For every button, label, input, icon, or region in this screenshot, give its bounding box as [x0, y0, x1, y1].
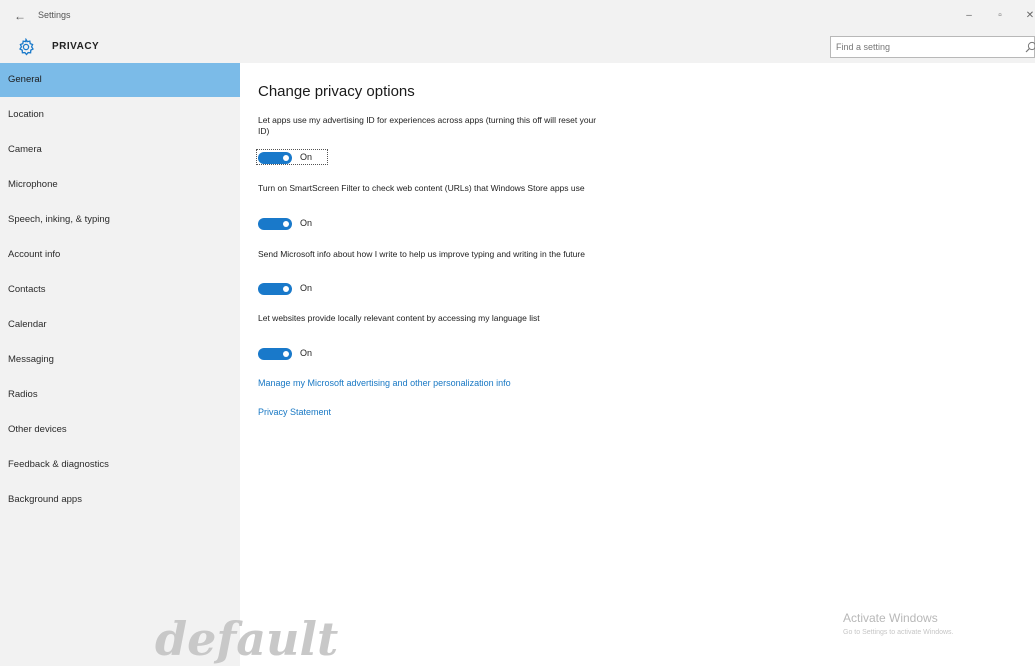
setting-description: Turn on SmartScreen Filter to check web … — [258, 183, 585, 193]
page-title: PRIVACY — [52, 41, 100, 52]
setting-description: Send Microsoft info about how I write to… — [258, 249, 585, 259]
sidebar-item-general[interactable]: General — [0, 63, 240, 97]
sidebar-item-label: Background apps — [8, 494, 82, 505]
sidebar-item-background-apps[interactable]: Background apps — [0, 483, 240, 517]
section-title: Change privacy options — [258, 83, 415, 100]
sidebar-item-location[interactable]: Location — [0, 98, 240, 132]
sidebar-item-calendar[interactable]: Calendar — [0, 308, 240, 342]
toggle-state-label: On — [300, 348, 313, 358]
search-icon[interactable] — [1024, 40, 1035, 54]
toggle-knob — [283, 221, 289, 227]
back-arrow-icon[interactable]: ← — [12, 8, 28, 24]
sidebar-item-speech[interactable]: Speech, inking, & typing — [0, 203, 240, 237]
toggle-state-label: On — [300, 283, 313, 293]
maximize-icon[interactable]: ▫ — [993, 9, 1007, 23]
sidebar-item-label: Location — [8, 109, 44, 120]
setting-description: Let websites provide locally relevant co… — [258, 313, 540, 323]
sidebar-item-label: Calendar — [8, 319, 47, 330]
sidebar-item-label: Messaging — [8, 354, 54, 365]
search-placeholder: Find a setting — [836, 42, 891, 52]
sidebar-item-camera[interactable]: Camera — [0, 133, 240, 167]
gear-icon — [19, 38, 34, 56]
search-input[interactable]: Find a setting — [830, 36, 1035, 58]
toggle-knob — [283, 155, 289, 161]
sidebar-item-messaging[interactable]: Messaging — [0, 343, 240, 377]
sidebar-item-label: Other devices — [8, 424, 67, 435]
privacy-statement-link[interactable]: Privacy Statement — [258, 407, 331, 417]
activate-windows-title: Activate Windows — [843, 611, 938, 625]
sidebar-item-label: Account info — [8, 249, 61, 260]
manage-advertising-link[interactable]: Manage my Microsoft advertising and othe… — [258, 378, 511, 388]
sidebar-item-label: Speech, inking, & typing — [8, 214, 110, 225]
sidebar-item-label: Radios — [8, 389, 38, 400]
advertising-id-toggle[interactable] — [258, 152, 292, 164]
activate-windows-subtitle: Go to Settings to activate Windows. — [843, 629, 954, 636]
sidebar-item-label: Contacts — [8, 284, 46, 295]
sidebar-item-other-devices[interactable]: Other devices — [0, 413, 240, 447]
sidebar-item-label: General — [8, 74, 42, 85]
toggle-knob — [283, 351, 289, 357]
window-title: Settings — [38, 10, 71, 20]
sidebar-item-radios[interactable]: Radios — [0, 378, 240, 412]
minimize-icon[interactable]: – — [962, 9, 976, 23]
main-content: Change privacy options Let apps use my a… — [240, 63, 1035, 666]
sidebar-item-label: Microphone — [8, 179, 58, 190]
sidebar: General Location Camera Microphone Speec… — [0, 63, 240, 666]
watermark-overlay: default — [155, 612, 339, 666]
toggle-state-label: On — [300, 152, 313, 162]
sidebar-item-contacts[interactable]: Contacts — [0, 273, 240, 307]
close-icon[interactable]: ✕ — [1023, 9, 1035, 23]
language-list-toggle[interactable] — [258, 348, 292, 360]
smartscreen-toggle[interactable] — [258, 218, 292, 230]
toggle-knob — [283, 286, 289, 292]
sidebar-item-label: Camera — [8, 144, 42, 155]
typing-info-toggle[interactable] — [258, 283, 292, 295]
sidebar-item-label: Feedback & diagnostics — [8, 459, 109, 470]
sidebar-item-account-info[interactable]: Account info — [0, 238, 240, 272]
page-header: PRIVACY Find a setting — [0, 32, 1035, 63]
setting-description: Let apps use my advertising ID for exper… — [258, 115, 597, 136]
sidebar-item-feedback[interactable]: Feedback & diagnostics — [0, 448, 240, 482]
sidebar-item-microphone[interactable]: Microphone — [0, 168, 240, 202]
toggle-state-label: On — [300, 218, 313, 228]
title-bar: ← Settings – ▫ ✕ — [0, 0, 1035, 32]
